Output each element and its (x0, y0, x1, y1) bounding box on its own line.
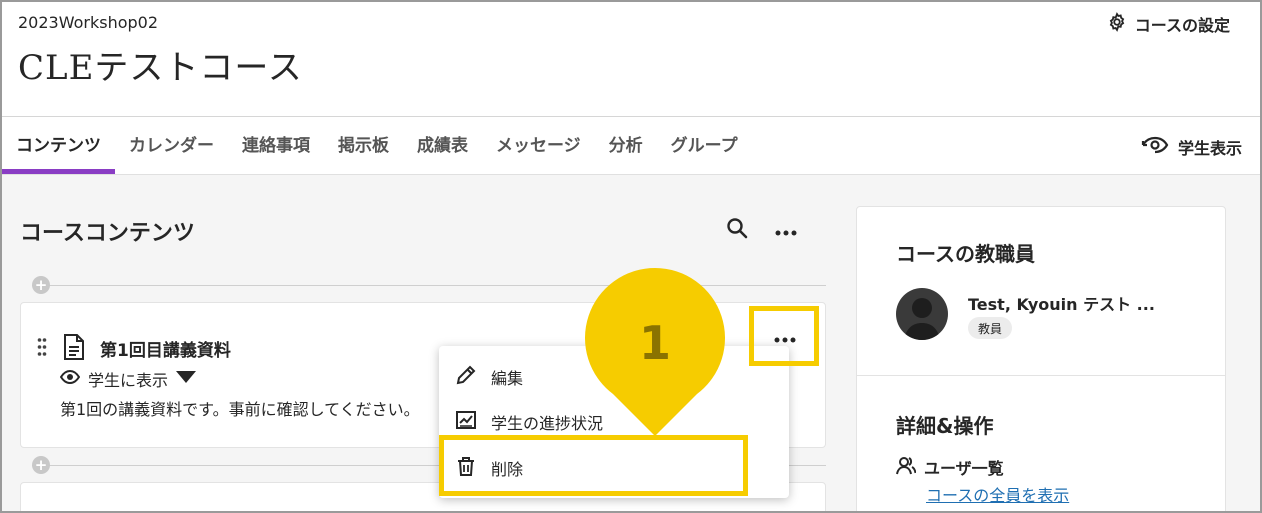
progress-chart-icon (455, 409, 477, 435)
tab-discussions[interactable]: 掲示板 (324, 117, 403, 174)
eye-icon (59, 369, 81, 389)
step-callout-number: 1 (638, 316, 671, 370)
panel-divider (857, 375, 1225, 376)
caret-down-icon (176, 369, 197, 389)
highlight-more-options (749, 306, 819, 366)
search-button[interactable] (723, 216, 751, 244)
eye-refresh-icon (1140, 133, 1170, 161)
tab-calendar[interactable]: カレンダー (115, 117, 228, 174)
course-nav: コンテンツ カレンダー 連絡事項 掲示板 成績表 メッセージ 分析 グループ 学… (2, 117, 1260, 174)
users-section: ユーザ一覧 (896, 455, 1004, 479)
section-title: コースコンテンツ (20, 221, 195, 246)
tab-analytics[interactable]: 分析 (595, 117, 657, 174)
pencil-icon (455, 364, 477, 390)
course-title: CLEテストコース (18, 48, 303, 88)
tab-announcements[interactable]: 連絡事項 (228, 117, 324, 174)
role-badge: 教員 (968, 317, 1013, 339)
visibility-label: 学生に表示 (88, 371, 169, 390)
content-item-title[interactable]: 第1回目講義資料 (100, 336, 231, 361)
student-view-button[interactable]: 学生表示 (1140, 133, 1242, 161)
drag-handle-icon[interactable] (37, 337, 47, 357)
details-section-title: 詳細&操作 (896, 414, 994, 438)
highlight-delete (439, 435, 748, 496)
document-icon (62, 333, 86, 361)
student-view-label: 学生表示 (1177, 139, 1242, 158)
course-code: 2023Workshop02 (18, 13, 159, 32)
content-more-button[interactable] (772, 216, 800, 244)
tab-messages[interactable]: メッセージ (482, 117, 595, 174)
tab-gradebook[interactable]: 成績表 (403, 117, 482, 174)
staff-section-title: コースの教職員 (896, 242, 1035, 266)
avatar (896, 288, 948, 340)
course-settings-button[interactable]: コースの設定 (1107, 12, 1230, 36)
nav-tabs: コンテンツ カレンダー 連絡事項 掲示板 成績表 メッセージ 分析 グループ (2, 117, 752, 174)
more-options-icon (775, 221, 797, 240)
users-icon (896, 455, 917, 479)
users-label: ユーザ一覧 (924, 459, 1004, 478)
staff-name[interactable]: Test, Kyouin テスト ... (968, 291, 1155, 315)
add-content-button[interactable]: + (32, 276, 50, 294)
tab-content[interactable]: コンテンツ (2, 117, 115, 174)
menu-item-label: 編集 (491, 369, 524, 388)
tab-groups[interactable]: グループ (657, 117, 752, 174)
add-content-button[interactable]: + (32, 456, 50, 474)
course-settings-label: コースの設定 (1134, 16, 1230, 35)
search-icon (726, 217, 748, 243)
view-all-users-link[interactable]: コースの全員を表示 (926, 482, 1069, 506)
gear-icon (1107, 12, 1127, 36)
visibility-dropdown[interactable]: 学生に表示 (59, 367, 197, 391)
content-item-description: 第1回の講義資料です。事前に確認してください。 (60, 400, 420, 419)
